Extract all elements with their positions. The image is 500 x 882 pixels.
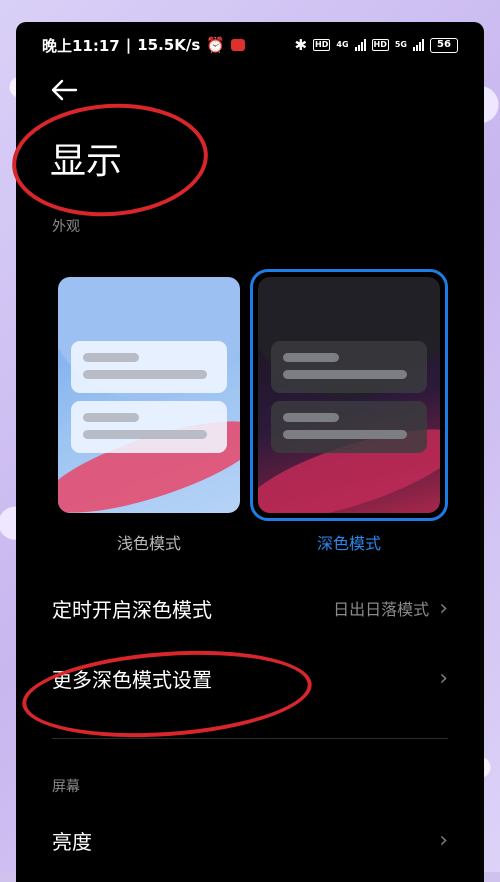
network-4g-label: 4G [336,40,349,49]
more-dark-mode-settings-right: › [439,666,448,691]
dark-preview-card-2 [271,401,427,453]
brightness-row[interactable]: 亮度 › [16,820,484,860]
status-speed: 15.5K/s [137,36,201,54]
status-time: 晚上11:17 [42,36,120,55]
dark-card2-bar2 [283,430,407,439]
chevron-right-icon: › [439,595,448,621]
status-right: ✱ HD 4G HD 5G 56 [294,36,458,54]
bluetooth-icon: ✱ [294,36,308,54]
brightness-label: 亮度 [52,829,92,854]
appearance-section-label: 外观 [52,219,80,235]
dark-card2-bar1 [283,413,339,422]
brightness-right: › [439,828,448,853]
battery-icon: 56 [430,37,458,53]
chevron-right-icon: › [439,827,448,853]
light-preview-card-1 [71,341,227,393]
screen-section-label: 屏幕 [52,779,80,795]
light-preview-card-2 [71,401,227,453]
app-notification-icon [230,39,245,51]
back-arrow-icon[interactable] [50,78,78,107]
status-separator: | [125,36,132,54]
dark-card1-bar2 [283,370,407,379]
dark-preview-card-1 [271,341,427,393]
alarm-icon: ⏰ [206,36,225,54]
network-5g-label: 5G [394,40,407,49]
light-card1-bar1 [83,353,139,362]
light-mode-preview[interactable] [58,277,240,513]
dark-mode-label[interactable]: 深色模式 [258,530,440,554]
status-left: 晚上11:17 | 15.5K/s ⏰ [42,35,245,56]
light-mode-label[interactable]: 浅色模式 [58,530,240,554]
light-card2-bar2 [83,430,207,439]
light-card1-bar2 [83,370,207,379]
battery-level: 56 [437,39,451,50]
signal-icon [354,39,366,51]
status-bar: 晚上11:17 | 15.5K/s ⏰ ✱ HD 4G HD 5G 56 [16,22,484,68]
hd-icon: HD [313,39,331,51]
dark-card1-bar1 [283,353,339,362]
scheduled-dark-mode-row[interactable]: 定时开启深色模式 日出日落模式 › [16,588,484,628]
scheduled-dark-mode-right: 日出日落模式 › [333,596,448,621]
chevron-right-icon: › [439,665,448,691]
signal-icon-2 [413,39,424,51]
section-divider [52,738,448,739]
dark-mode-preview[interactable] [258,277,440,513]
hd-icon-2: HD [371,39,389,51]
scheduled-dark-mode-value: 日出日落模式 [333,600,430,619]
scheduled-dark-mode-label: 定时开启深色模式 [52,597,212,622]
light-card2-bar1 [83,413,139,422]
